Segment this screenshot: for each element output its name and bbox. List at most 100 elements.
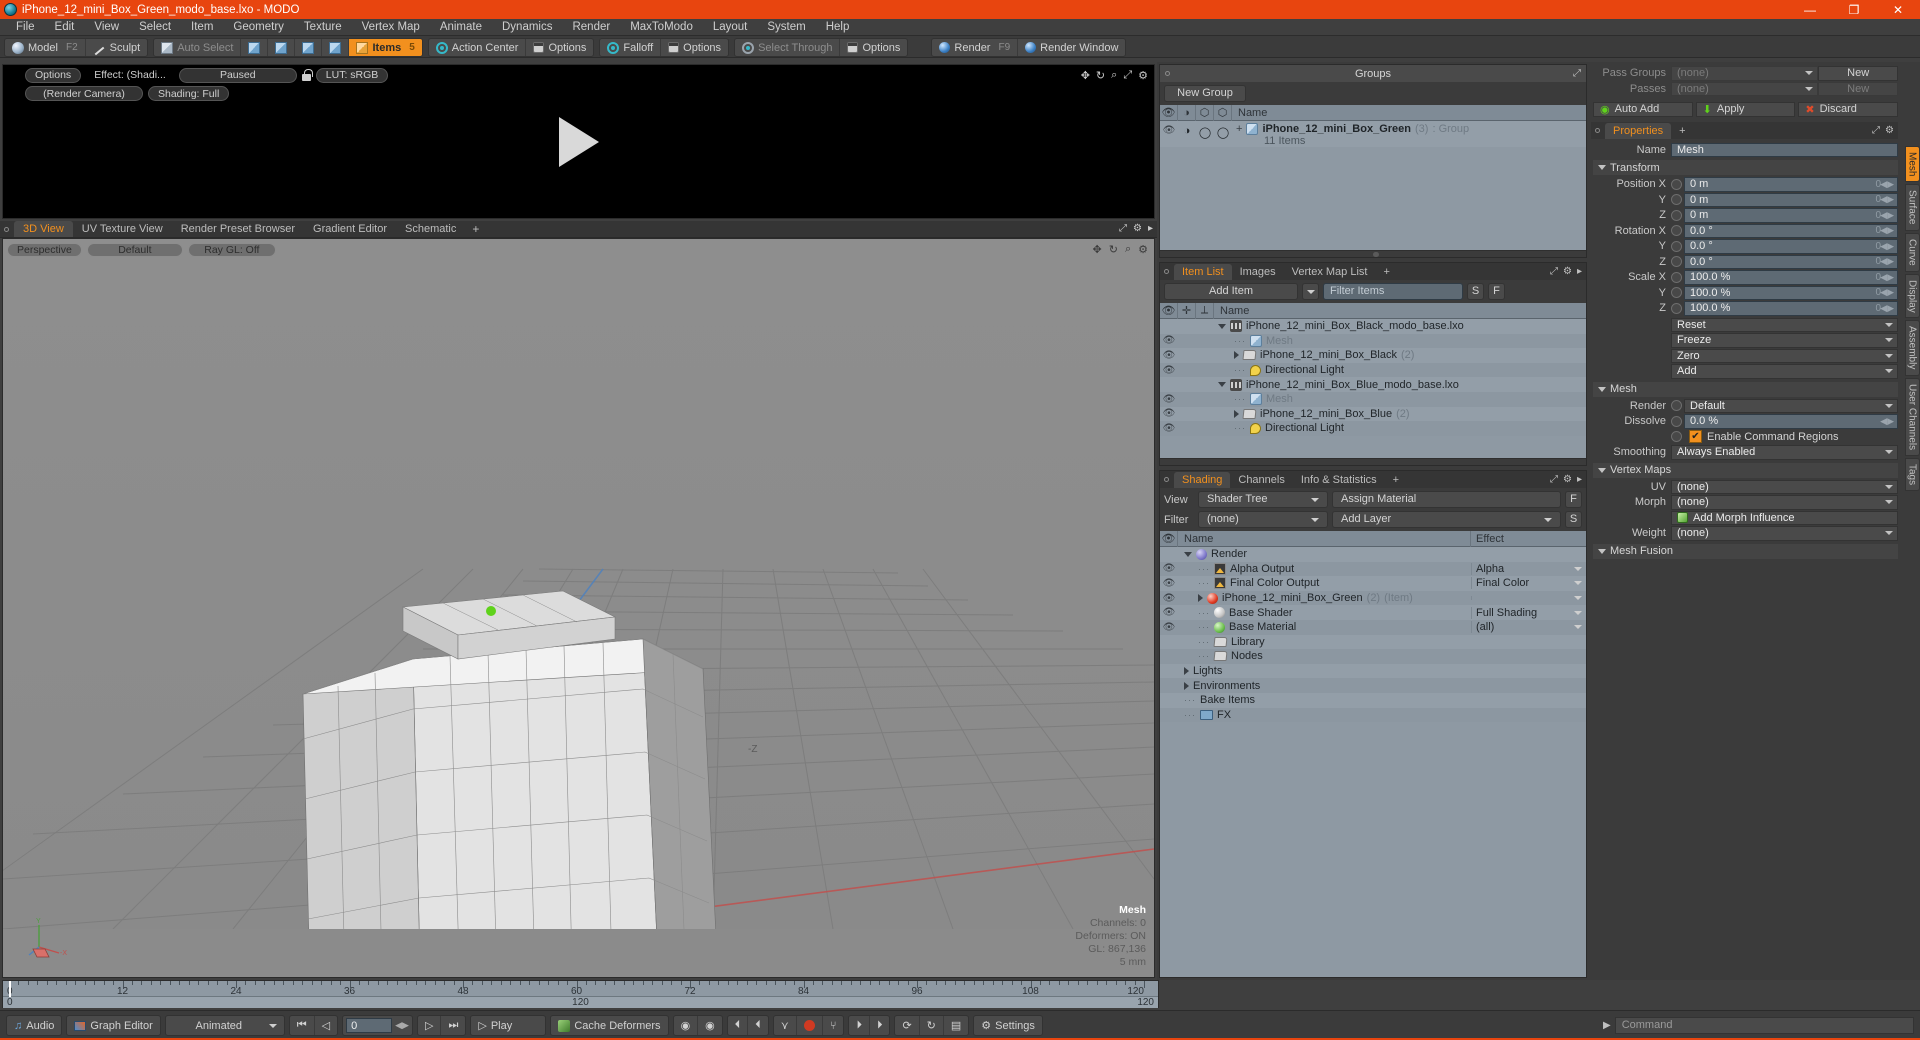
table-row[interactable]: 👁 ··· Base Shader Full Shading [1160,605,1586,620]
dissolve-input[interactable]: 0.0 % ◀▶ [1684,414,1898,429]
chevron-right-icon[interactable] [1198,594,1203,603]
table-row[interactable]: 👁 ··· Directional Light [1160,362,1586,378]
transform-knob[interactable] [1671,287,1682,299]
properties-menu-dot[interactable] [1595,127,1600,133]
close-button[interactable]: ✕ [1876,0,1920,19]
settings-button[interactable]: ⚙ Settings [974,1016,1042,1035]
menu-texture[interactable]: Texture [294,19,352,36]
go-to-end-button[interactable]: ⏭ [441,1016,465,1035]
groups-scrollbar[interactable] [1160,250,1586,257]
shading-f-button[interactable]: F [1565,491,1582,508]
tab-shading[interactable]: Shading [1174,472,1231,488]
lock-icon[interactable] [301,68,313,82]
tab-properties[interactable]: Properties [1605,122,1672,139]
render-window-button[interactable]: Render Window [1018,39,1125,56]
command-input[interactable]: Command [1614,1016,1914,1034]
key-channel-button[interactable]: ▤ [944,1016,968,1035]
vertical-tab-curve[interactable]: Curve [1904,232,1920,272]
menu-render[interactable]: Render [562,19,620,36]
table-row[interactable]: 👁 ··· Mesh [1160,333,1586,349]
table-row[interactable]: ··· Library [1160,634,1586,650]
command-arrow-icon[interactable]: ▶ [1603,1020,1611,1031]
falloff-options-button[interactable]: Options [661,39,728,56]
row-visibility-icon[interactable]: 👁 [1160,335,1178,346]
falloff-button[interactable]: Falloff [600,39,662,56]
tab-channels[interactable]: Channels [1230,472,1292,488]
transform-input[interactable]: 0.0 ° 0 ◀▶ [1684,239,1898,254]
preview-options-button[interactable]: Options [25,67,82,83]
table-row[interactable]: 👁 ◑ ◯ ◯ + iPhone_12_mini_Box_Green (3) :… [1160,121,1586,147]
select-through-options-button[interactable]: Options [840,39,907,56]
timeline-ruler[interactable]: 01224364860728496108120 [3,981,1158,997]
chevron-down-icon[interactable] [1574,566,1582,571]
shading-gear-icon[interactable]: ⚙ [1563,474,1572,485]
group-visibility-icon[interactable]: 👁 [1160,123,1178,136]
action-center-options-button[interactable]: Options [526,39,593,56]
panel-menu-dot[interactable] [4,227,9,232]
chevron-down-icon[interactable] [1574,581,1582,586]
add-key-button[interactable]: ⋎ [774,1016,797,1035]
preview-effect-label[interactable]: Effect: (Shadi... [85,68,175,83]
vertical-tab-display[interactable]: Display [1904,273,1920,319]
transform-spinner[interactable]: ◀▶ [1880,272,1894,283]
tab-info-statistics[interactable]: Info & Statistics [1293,472,1385,488]
row-visibility-icon[interactable]: 👁 [1160,563,1178,574]
transform-input[interactable]: 0 m 0 ◀▶ [1684,192,1898,207]
chevron-right-icon[interactable] [1234,351,1239,360]
render-camera-button[interactable]: (Render Camera) [25,86,143,101]
tab-item-list[interactable]: Item List [1174,264,1232,280]
table-row[interactable]: Environments [1160,678,1586,693]
minimize-button[interactable]: — [1788,0,1832,19]
transform-spinner[interactable]: ◀▶ [1880,256,1894,267]
item-list-next-icon[interactable]: ▸ [1577,266,1582,277]
transform-knob[interactable] [1671,240,1682,252]
passes-dropdown[interactable]: (none) [1671,81,1819,96]
properties-add-tab[interactable]: + [1671,123,1693,139]
smoothing-dropdown[interactable]: Always Enabled [1671,445,1898,460]
chevron-right-icon[interactable] [1184,667,1189,676]
chevron-down-icon[interactable] [1184,551,1192,557]
row-visibility-icon[interactable]: 👁 [1160,578,1178,589]
timeline-playhead[interactable] [9,981,11,997]
pan-icon[interactable]: ✥ [1081,69,1090,82]
frame-spinner[interactable]: ◀▶ [395,1020,409,1031]
transform-knob[interactable] [1671,178,1682,190]
shader-tree-dropdown[interactable]: Shader Tree [1198,491,1328,508]
transform-spinner[interactable]: ◀▶ [1880,179,1894,190]
add-item-dropdown-button[interactable] [1302,283,1319,300]
shading-full-button[interactable]: Shading: Full [148,86,230,101]
box-mesh[interactable] [3,239,1154,929]
item-list-gear-icon[interactable]: ⚙ [1563,266,1572,277]
model-mode-button[interactable]: Model F2 [5,39,86,56]
transform-action-dropdown[interactable]: Freeze [1671,333,1898,348]
go-to-start-button[interactable]: ⏮ [290,1016,315,1035]
vertical-tab-mesh[interactable]: Mesh [1904,146,1920,183]
transform-action-dropdown[interactable]: Reset [1671,317,1898,332]
step-forward-button[interactable]: ▷ [418,1016,442,1035]
axis-gizmo[interactable]: Y -X [25,913,71,959]
table-row[interactable]: ··· Bake Items [1160,692,1586,708]
transform-spinner[interactable]: ◀▶ [1880,210,1894,221]
add-tab-button[interactable]: + [465,221,486,237]
tab-images[interactable]: Images [1232,264,1284,280]
transform-knob[interactable] [1671,209,1682,221]
item-list-scrollbar[interactable] [1160,458,1586,465]
polygon-select-button[interactable] [295,39,323,56]
transform-input[interactable]: 100.0 % 0 ◀▶ [1684,285,1898,300]
new-group-button[interactable]: New Group [1164,85,1246,102]
table-row[interactable]: ··· FX [1160,707,1586,723]
table-row[interactable]: 👁 ··· Final Color Output Final Color [1160,576,1586,591]
table-row[interactable]: ··· Nodes [1160,649,1586,664]
chevron-down-icon[interactable] [1574,625,1582,630]
row-visibility-icon[interactable]: 👁 [1160,622,1178,633]
viewport-zoom-icon[interactable]: ⌕ [1125,243,1131,256]
prev-key-button-2[interactable]: ⏴ [748,1016,768,1035]
zoom-icon[interactable]: ⌕ [1111,69,1117,82]
table-row[interactable]: 👁 ··· Base Material (all) [1160,619,1586,635]
action-center-button[interactable]: Action Center [429,39,527,56]
gear-icon[interactable]: ⚙ [1138,69,1148,82]
preview-paused-button[interactable]: Paused [178,67,297,83]
record-key-button[interactable] [797,1016,823,1035]
table-row[interactable]: 👁 iPhone_12_mini_Box_Blue (2) [1160,406,1586,422]
audio-button[interactable]: ♫ Audio [7,1016,61,1035]
